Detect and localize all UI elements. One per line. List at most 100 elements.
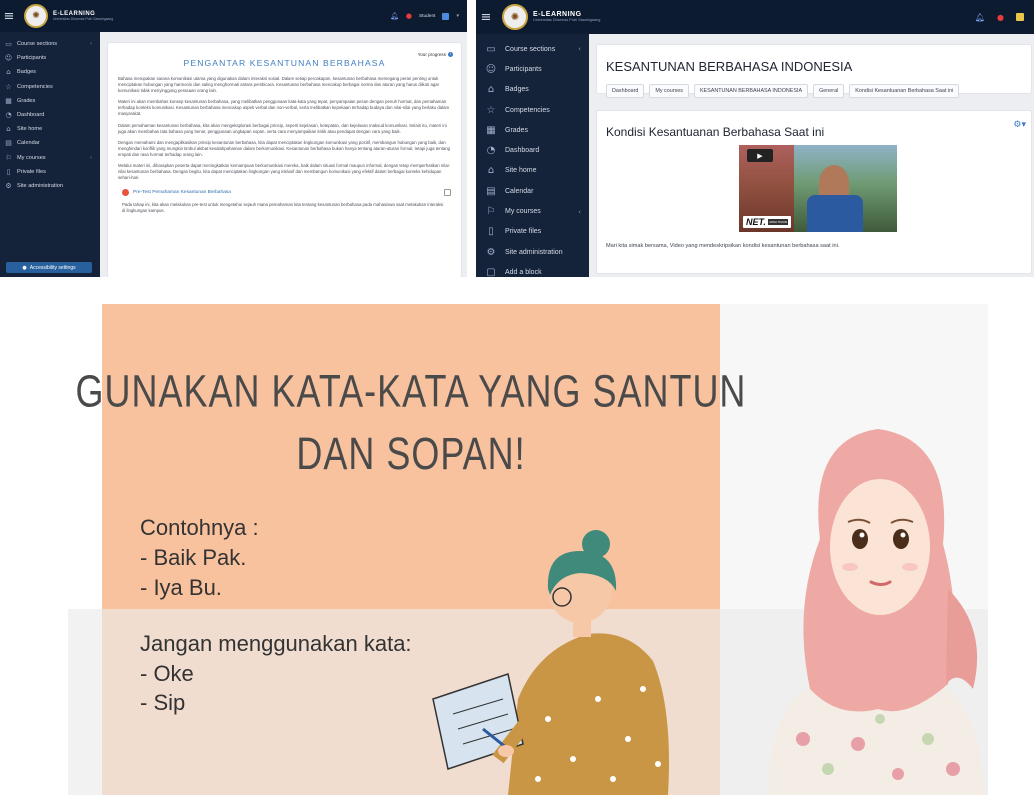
video-player[interactable]: ▶ NET. JAWA TIMUR [739,145,897,232]
bell-icon[interactable]: 🔔︎ [975,13,985,22]
avoid-item-1: - Oke [140,661,194,686]
home-icon: ⌂ [487,165,495,177]
chat-icon[interactable]: ● [997,13,1004,22]
sidebar: ▭ Course sections ‹ ☺ Participants ⌂ Badges ☆ Co… [0,32,100,277]
avatar[interactable] [1016,13,1024,21]
sidebar-item-participants[interactable]: ☺ Participants [476,59,589,79]
menu-icon[interactable]: ≡ [0,9,18,24]
user-name[interactable]: Student [419,14,436,19]
sidebar-item-private-files[interactable]: ▯ Private files [476,222,589,242]
completion-checkbox[interactable] [444,189,451,197]
breadcrumb-item[interactable]: General [813,84,845,98]
sidebar-item-badges[interactable]: ⌂ Badges [476,80,589,100]
sidebar-item-badges[interactable]: ⌂ Badges [0,65,100,79]
page-title: PENGANTAR KESANTUNAN BERBAHASA [183,58,386,68]
badge-icon: ⌂ [487,84,495,96]
info-icon[interactable]: i [448,52,453,57]
net-logo: NET. JAWA TIMUR [743,216,792,228]
courses-icon: ⚐ [486,206,496,218]
sidebar-item-add-a-block[interactable]: ▢ Add a block [476,262,589,277]
sidebar-item-site-home[interactable]: ⌂ Site home [476,161,589,181]
slide-heading-line2: DAN SOPAN! [296,428,525,479]
net-logo-text: NET. [746,217,766,227]
star-icon: ☆ [5,82,12,91]
brand-name: E-LEARNING [533,11,582,19]
section-card: Kondisi Kesantuanan Berbahasa Saat ini ⚙… [596,110,1032,274]
dashboard-icon: ◔ [5,111,12,120]
video-presenter-body [807,195,863,232]
menu-icon[interactable]: ≡ [476,10,496,25]
file-icon: ▯ [488,226,494,238]
avatar[interactable] [442,12,450,20]
section-description: Mari kita simak bersama, Video yang mend… [606,243,840,249]
file-icon: ▯ [6,167,11,176]
sidebar-item-label: Site home [505,167,537,175]
dashboard-icon: ◔ [486,145,496,157]
chevron-left-icon[interactable]: ‹ [578,208,581,216]
sidebar-item-participants[interactable]: ☺ Participants [0,51,100,65]
sidebar-item-calendar[interactable]: ▤ Calendar [0,136,100,150]
sidebar-item-course-sections[interactable]: ▭ Course sections ‹ [476,39,589,59]
sidebar-item-label: Private files [17,168,46,175]
sidebar-item-competencies[interactable]: ☆ Competencies [0,80,100,94]
calendar-icon: ▤ [5,139,12,148]
sidebar-item-calendar[interactable]: ▤ Calendar [476,181,589,201]
admin-icon: ⚙ [486,246,496,258]
intro-paragraph: Materi ini akan membahas konsep kesantun… [118,99,450,117]
video-frame: GUNAKAN KATA-KATA YANG SANTUN DAN SOPAN!… [68,289,988,795]
sidebar-item-course-sections[interactable]: ▭ Course sections ‹ [0,37,100,51]
add-icon: ▢ [486,266,496,277]
breadcrumb-item[interactable]: Dashboard [606,84,645,98]
chat-icon[interactable]: ● [406,12,412,20]
sidebar-item-dashboard[interactable]: ◔ Dashboard [476,140,589,160]
courses-icon: ⚐ [5,153,12,162]
sidebar-item-label: Competencies [17,83,53,90]
sidebar-item-label: Dashboard [505,147,540,155]
gear-icon[interactable]: ⚙▾ [1013,120,1026,130]
sidebar-item-label: Site home [17,126,43,133]
accessibility-icon: ● [22,264,27,271]
admin-icon: ⚙ [5,181,12,190]
progress-indicator: Your progress i [418,52,453,57]
sidebar-item-label: Calendar [505,187,534,195]
sidebar-item-my-courses[interactable]: ⚐ My courses ‹ [476,201,589,221]
sidebar-item-competencies[interactable]: ☆ Competencies [476,100,589,120]
slide-heading-line1: GUNAKAN KATA-KATA YANG SANTUN [76,366,747,417]
chevron-left-icon[interactable]: ‹ [90,41,92,47]
sidebar-item-grades[interactable]: ▦ Grades [0,94,100,108]
sidebar-item-label: My courses [17,154,46,161]
progress-label: Your progress [417,52,446,57]
activity-row[interactable]: Pre-Test Pemahaman Kesantunan Berbahasa [122,189,451,197]
accessibility-button[interactable]: ● Accessibility settings [6,262,92,273]
example-item-2: - Iya Bu. [140,575,222,600]
activity-link[interactable]: Pre-Test Pemahaman Kesantunan Berbahasa [133,190,231,195]
activity-description: Pada tahap ini, kita akan melakukan pre-… [122,202,444,214]
sidebar-item-site-administration[interactable]: ⚙ Site administration [0,179,100,193]
breadcrumb-item[interactable]: KESANTUNAN BERBAHASA INDONESIA [693,84,809,98]
play-icon[interactable]: ▶ [747,149,773,162]
sidebar-item-label: Calendar [17,140,40,147]
sidebar-item-my-courses[interactable]: ⚐ My courses ‹ [0,151,100,165]
sidebar-item-label: Course sections [17,41,58,48]
sidebar-item-private-files[interactable]: ▯ Private files [0,165,100,179]
sidebar-item-site-administration[interactable]: ⚙ Site administration [476,242,589,262]
university-logo: ✺ [24,4,48,28]
users-icon: ☺ [4,54,13,63]
sidebar-item-label: Participants [17,55,47,62]
breadcrumb-item[interactable]: My courses [649,84,689,98]
sidebar-item-site-home[interactable]: ⌂ Site home [0,122,100,136]
sidebar-item-label: Dashboard [17,112,45,119]
chevron-left-icon[interactable]: ‹ [90,155,92,161]
sidebar-item-grades[interactable]: ▦ Grades [476,120,589,140]
sidebar-item-dashboard[interactable]: ◔ Dashboard [0,108,100,122]
breadcrumb-item[interactable]: Kondisi Kesantuanan Berbahasa Saat ini [849,84,960,98]
accessibility-label: Accessibility settings [29,264,76,271]
chevron-left-icon[interactable]: ‹ [578,45,581,53]
course-header-card: KESANTUNAN BERBAHASA INDONESIA Dashboard… [596,44,1032,98]
example-item-1: - Baik Pak. [140,545,246,570]
intro-paragraph: Melalui materi ini, diharapkan peserta d… [118,163,450,181]
brand-subtitle: Universitas Dharmas Putri Sawahgaang [53,16,114,21]
chevron-down-icon[interactable]: ▾ [456,13,459,19]
bell-icon[interactable]: 🔔︎ [390,12,399,20]
university-logo: ✺ [502,4,528,30]
